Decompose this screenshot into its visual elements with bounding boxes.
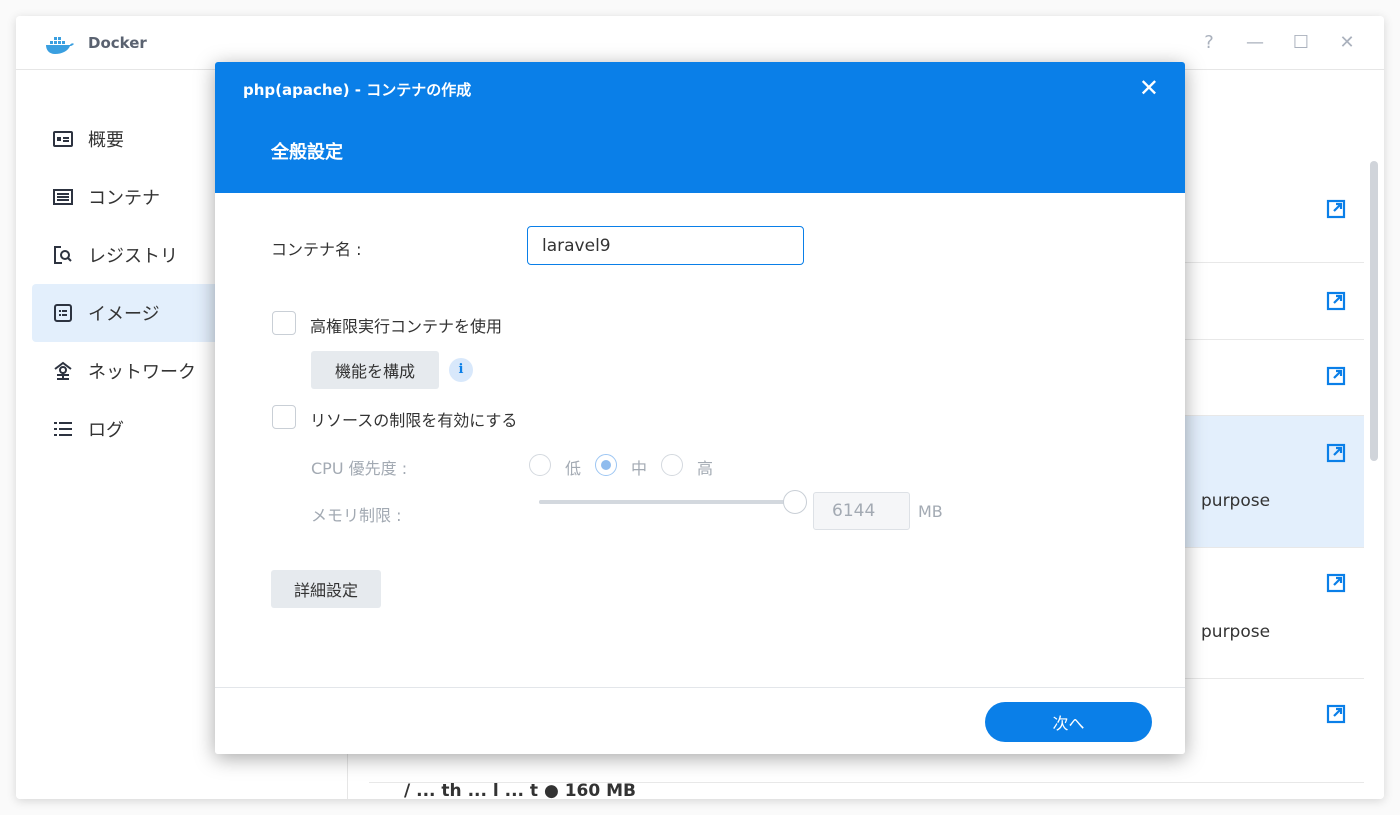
resource-limit-checkbox[interactable] <box>272 405 296 429</box>
advanced-settings-button[interactable]: 詳細設定 <box>271 570 381 608</box>
section-title: 全般設定 <box>271 142 343 163</box>
cpu-priority-high-radio[interactable] <box>661 454 683 476</box>
memory-slider-thumb[interactable] <box>783 490 807 514</box>
cpu-priority-low-radio[interactable] <box>529 454 551 476</box>
dialog-footer: 次へ <box>215 687 1185 754</box>
memory-input[interactable]: 6144 <box>813 492 910 530</box>
privileged-checkbox[interactable] <box>272 311 296 335</box>
configure-capabilities-button[interactable]: 機能を構成 <box>311 351 439 389</box>
memory-limit-label: メモリ制限 : <box>311 506 402 525</box>
cpu-priority-label: CPU 優先度 : <box>311 459 408 478</box>
container-name-label: コンテナ名 : <box>271 240 362 259</box>
next-button[interactable]: 次へ <box>985 702 1152 742</box>
container-name-input[interactable] <box>527 226 804 265</box>
cpu-medium-label: 中 <box>631 459 648 478</box>
cpu-priority-medium-radio[interactable] <box>595 454 617 476</box>
memory-unit-label: MB <box>918 502 943 521</box>
privileged-label: 高権限実行コンテナを使用 <box>310 317 503 336</box>
memory-slider[interactable] <box>539 490 807 514</box>
create-container-dialog: php(apache) - コンテナの作成 ✕ 全般設定 コンテナ名 : 高権限… <box>215 62 1185 754</box>
resource-limit-label: リソースの制限を有効にする <box>310 411 518 430</box>
memory-slider-fill <box>539 500 795 504</box>
close-icon[interactable]: ✕ <box>1139 74 1159 102</box>
info-icon[interactable]: i <box>449 358 473 382</box>
cpu-high-label: 高 <box>697 459 714 478</box>
cpu-low-label: 低 <box>565 459 582 478</box>
dialog-title: php(apache) - コンテナの作成 <box>243 81 472 99</box>
dialog-header: php(apache) - コンテナの作成 ✕ 全般設定 <box>215 62 1185 193</box>
